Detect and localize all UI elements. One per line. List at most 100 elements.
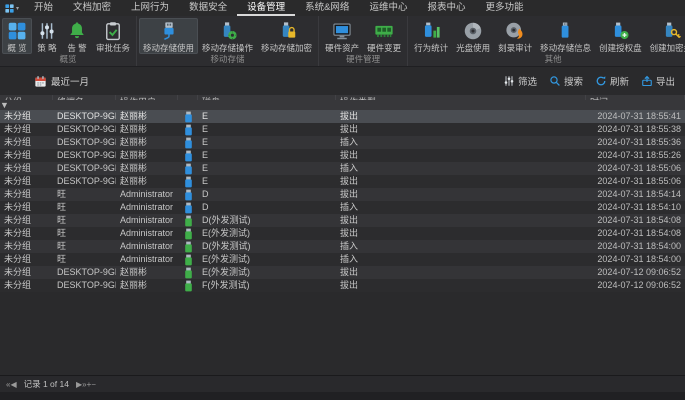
ribbon-button[interactable]: 硬件变更 xyxy=(363,18,405,54)
menu-tab[interactable]: 运维中心 xyxy=(359,0,417,16)
ribbon-button[interactable]: 移动存储操作 xyxy=(198,18,257,54)
table-row[interactable]: 未分组DESKTOP-9GBNA80赵丽彬E(外发测试)拔出2024-07-12… xyxy=(0,266,685,279)
table-row[interactable]: 未分组DESKTOP-9GBNA80赵丽彬E拔出2024-07-31 18:55… xyxy=(0,149,685,162)
usb-drive-icon xyxy=(178,176,198,188)
table-row[interactable]: 未分组旺AdministratorD拔出2024-07-31 18:54:14 xyxy=(0,188,685,201)
usb-drive-icon xyxy=(178,241,198,253)
cell-disk: D xyxy=(198,201,336,214)
status-bar xyxy=(0,392,685,400)
table-row[interactable]: 未分组DESKTOP-9GBNA80赵丽彬E插入2024-07-31 18:55… xyxy=(0,162,685,175)
refresh-button[interactable]: 刷新 xyxy=(595,74,629,88)
ribbon-button[interactable]: 刻录审计 xyxy=(494,18,536,54)
cell-terminal: 旺 xyxy=(53,227,116,240)
cell-disk: D(外发测试) xyxy=(198,214,336,227)
cell-group: 未分组 xyxy=(0,279,53,292)
table-row[interactable]: 未分组旺AdministratorD(外发测试)插入2024-07-31 18:… xyxy=(0,240,685,253)
ribbon-group-label: 硬件管理 xyxy=(321,54,405,66)
cell-disk: E xyxy=(198,162,336,175)
export-button[interactable]: 导出 xyxy=(641,74,675,88)
usb-icon xyxy=(555,19,577,43)
cell-group: 未分组 xyxy=(0,240,53,253)
ribbon-button[interactable]: 光盘使用 xyxy=(452,18,494,54)
clipboard-icon xyxy=(102,19,124,43)
filter-icon xyxy=(503,75,515,87)
menu-tab[interactable]: 数据安全 xyxy=(179,0,237,16)
cell-disk: E xyxy=(198,110,336,123)
column-header-time[interactable]: 时间 xyxy=(586,95,685,100)
overview-grid-icon xyxy=(6,19,28,43)
cell-disk: E(外发测试) xyxy=(198,253,336,266)
ribbon-button-label: 刻录审计 xyxy=(498,43,532,53)
table-row[interactable]: 未分组DESKTOP-9GBNA80赵丽彬F(外发测试)拔出2024-07-12… xyxy=(0,279,685,292)
ribbon-group-label: 概览 xyxy=(2,54,134,66)
ribbon-group-items: 硬件资产硬件变更 xyxy=(321,16,405,54)
prev-record-button[interactable]: ◀ xyxy=(10,380,16,389)
ribbon-button-label: 告 警 xyxy=(67,43,86,53)
table-row[interactable]: 未分组旺AdministratorE(外发测试)插入2024-07-31 18:… xyxy=(0,253,685,266)
table-row[interactable]: 未分组旺AdministratorE(外发测试)拔出2024-07-31 18:… xyxy=(0,227,685,240)
cell-time: 2024-07-31 18:54:08 xyxy=(586,214,685,227)
delete-record-button[interactable]: − xyxy=(91,380,96,389)
menu-tab[interactable]: 文档加密 xyxy=(63,0,121,16)
table-row[interactable]: 未分组DESKTOP-9GBNA80赵丽彬E拔出2024-07-31 18:55… xyxy=(0,175,685,188)
cell-group: 未分组 xyxy=(0,162,53,175)
table-row[interactable]: 未分组DESKTOP-9GBNA80赵丽彬E拔出2024-07-31 18:55… xyxy=(0,123,685,136)
ribbon-button-label: 策 略 xyxy=(37,43,56,53)
cell-action: 插入 xyxy=(336,201,586,214)
usb-drive-icon xyxy=(178,228,198,240)
menu-tab[interactable]: 更多功能 xyxy=(475,0,533,16)
ribbon-button[interactable]: 移动存储使用 xyxy=(139,18,198,54)
ribbon-button[interactable]: 移动存储加密 xyxy=(257,18,316,54)
column-header-action[interactable]: 操作类型 xyxy=(336,95,586,100)
ribbon-button[interactable]: 概 览 xyxy=(2,18,32,54)
menu-tab[interactable]: 设备管理 xyxy=(237,0,295,16)
cell-group: 未分组 xyxy=(0,201,53,214)
column-filter-icon[interactable]: ▼ xyxy=(0,100,53,110)
table-row[interactable]: 未分组旺AdministratorD(外发测试)拔出2024-07-31 18:… xyxy=(0,214,685,227)
cell-action: 拔出 xyxy=(336,149,586,162)
cell-user: Administrator xyxy=(116,188,178,201)
app-menu-button[interactable]: ▾ xyxy=(0,3,24,14)
cell-terminal: DESKTOP-9GBNA80 xyxy=(53,162,116,175)
ribbon-toolbar: 概 览策 略告 警审批任务概览移动存储使用移动存储操作移动存储加密移动存储硬件资… xyxy=(0,16,685,67)
cell-action: 插入 xyxy=(336,136,586,149)
date-range-filter[interactable]: 最近一月 xyxy=(34,74,89,88)
menu-tab[interactable]: 上网行为 xyxy=(121,0,179,16)
ribbon-button[interactable]: 审批任务 xyxy=(92,18,134,54)
cell-disk: E xyxy=(198,136,336,149)
ribbon-button[interactable]: 创建加密盘 xyxy=(646,18,685,54)
menubar: ▾ 开始文档加密上网行为数据安全设备管理系统&网络运维中心报表中心更多功能 xyxy=(0,0,685,16)
table-row[interactable]: 未分组旺AdministratorD插入2024-07-31 18:54:10 xyxy=(0,201,685,214)
button-label: 搜索 xyxy=(564,74,583,88)
search-button[interactable]: 搜索 xyxy=(549,74,583,88)
ribbon-button[interactable]: 告 警 xyxy=(62,18,92,54)
ribbon-button[interactable]: 创建授权盘 xyxy=(595,18,646,54)
menu-tab[interactable]: 报表中心 xyxy=(417,0,475,16)
cell-user: 赵丽彬 xyxy=(116,175,178,188)
cell-action: 插入 xyxy=(336,253,586,266)
column-header-disk-icon[interactable] xyxy=(178,95,198,100)
menu-tab[interactable]: 开始 xyxy=(24,0,63,16)
cell-user: 赵丽彬 xyxy=(116,279,178,292)
usb-lock-icon xyxy=(276,19,298,43)
ribbon-group: 硬件资产硬件变更硬件管理 xyxy=(319,16,408,66)
column-header-disk[interactable]: 磁盘 xyxy=(198,95,336,100)
column-header-terminal[interactable]: 终端名 xyxy=(53,95,116,100)
cell-terminal: DESKTOP-9GBNA80 xyxy=(53,279,116,292)
cell-action: 拔出 xyxy=(336,175,586,188)
usb-drive-icon xyxy=(178,215,198,227)
cell-terminal: DESKTOP-9GBNA80 xyxy=(53,149,116,162)
cell-time: 2024-07-31 18:55:36 xyxy=(586,136,685,149)
ribbon-button[interactable]: 移动存储信息 xyxy=(536,18,595,54)
column-header-user[interactable]: 操作用户 xyxy=(116,95,178,100)
chevron-down-icon: ▾ xyxy=(16,5,19,12)
filter-button[interactable]: 筛选 xyxy=(503,74,537,88)
menu-tab[interactable]: 系统&网络 xyxy=(295,0,359,16)
table-row[interactable]: 未分组DESKTOP-9GBNA80赵丽彬E拔出2024-07-31 18:55… xyxy=(0,110,685,123)
table-row[interactable]: 未分组DESKTOP-9GBNA80赵丽彬E插入2024-07-31 18:55… xyxy=(0,136,685,149)
ribbon-button[interactable]: 硬件资产 xyxy=(321,18,363,54)
ribbon-button[interactable]: 策 略 xyxy=(32,18,62,54)
ribbon-button-label: 移动存储加密 xyxy=(261,43,312,53)
cell-user: 赵丽彬 xyxy=(116,266,178,279)
ribbon-button[interactable]: 行为统计 xyxy=(410,18,452,54)
